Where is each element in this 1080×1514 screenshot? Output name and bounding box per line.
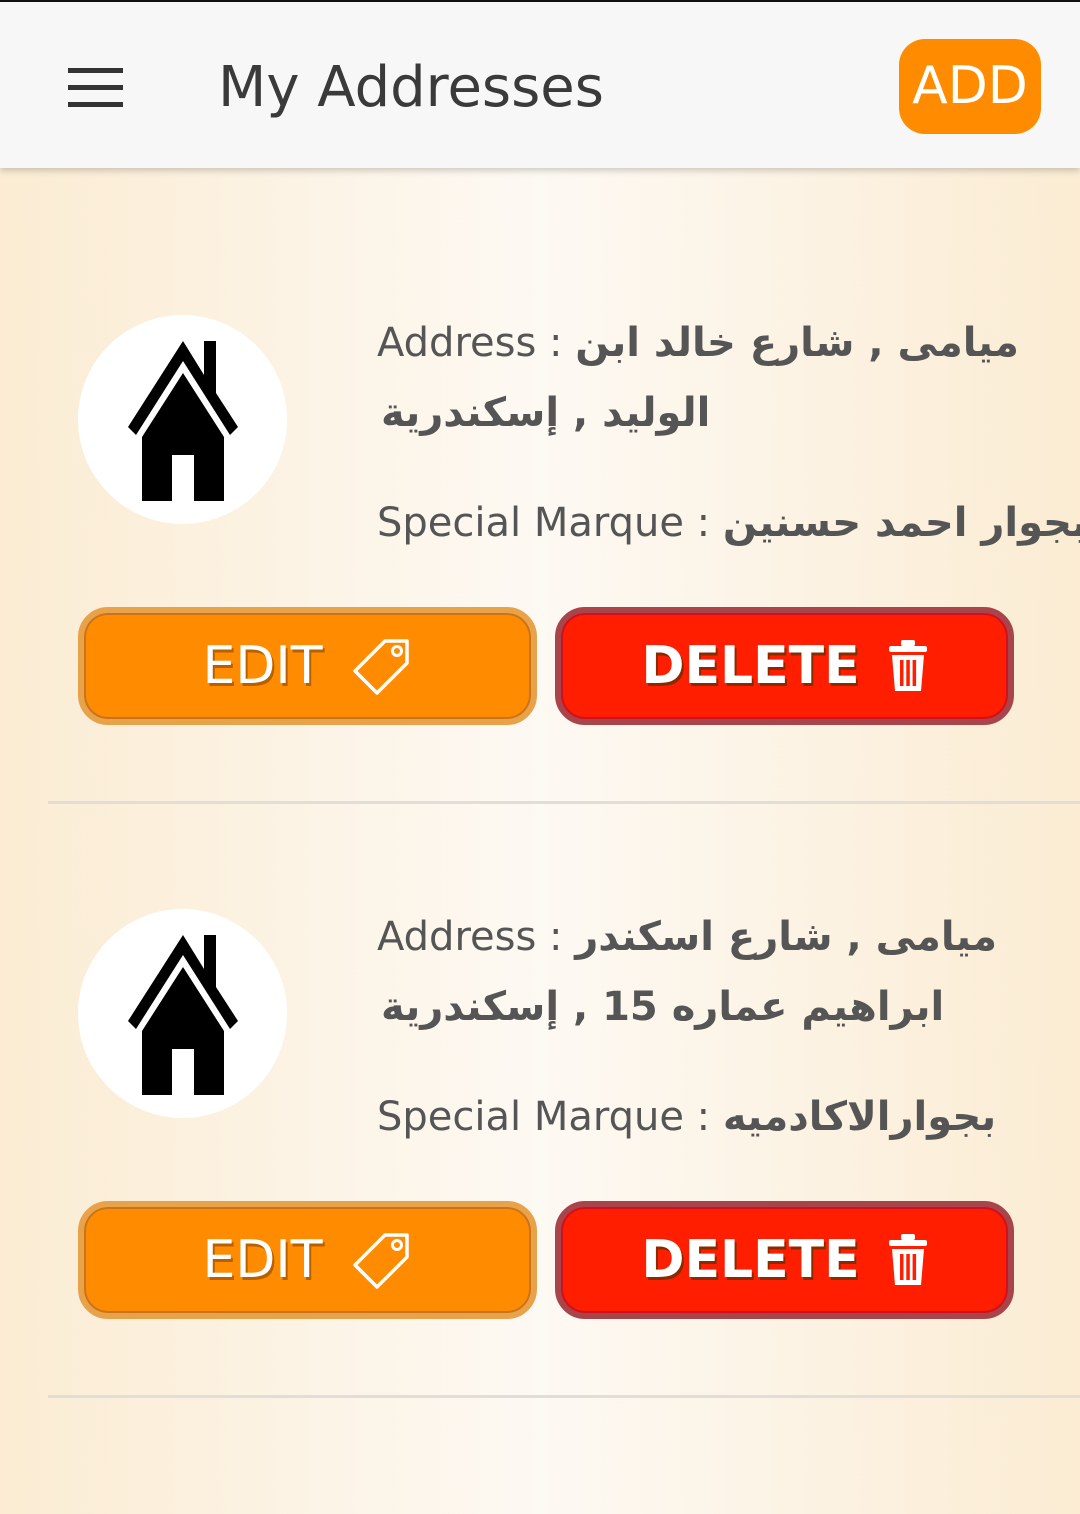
address-info: Address : ميامى , شارع اسكندر ابراهيم عم… bbox=[377, 902, 1037, 1140]
special-marque: Special Marque : بجوارالاكادميه bbox=[377, 1089, 996, 1145]
trash-icon bbox=[888, 1234, 927, 1285]
add-address-button[interactable]: ADD bbox=[899, 39, 1041, 134]
delete-button[interactable]: DELETE bbox=[555, 607, 1014, 725]
address-line-2: الوليد , إسكندرية bbox=[381, 390, 711, 436]
address-text-2: ابراهيم عماره 15 , إسكندرية bbox=[377, 972, 1037, 1042]
address-label: Address : bbox=[377, 320, 576, 366]
divider bbox=[48, 1395, 1080, 1398]
address-text: Address : ميامى , شارع اسكندر bbox=[377, 902, 1037, 972]
edit-button[interactable]: EDIT bbox=[78, 1201, 537, 1319]
tag-icon bbox=[352, 1233, 409, 1289]
address-card: Address : ميامى , شارع خالد ابن الوليد ,… bbox=[0, 170, 1080, 764]
avatar bbox=[78, 909, 287, 1118]
address-line-2: ابراهيم عماره 15 , إسكندرية bbox=[381, 984, 945, 1030]
special-marque: Special Marque : بجوار احمد حسنين bbox=[377, 495, 1080, 551]
house-icon bbox=[128, 935, 238, 1095]
delete-button[interactable]: DELETE bbox=[555, 1201, 1014, 1319]
delete-label: DELETE bbox=[641, 1230, 860, 1290]
address-card: Address : ميامى , شارع اسكندر ابراهيم عم… bbox=[0, 764, 1080, 1358]
mark-label: Special Marque : bbox=[377, 1094, 723, 1140]
edit-button[interactable]: EDIT bbox=[78, 607, 537, 725]
tag-icon bbox=[352, 639, 409, 695]
address-line-1: ميامى , شارع خالد ابن bbox=[575, 320, 1019, 366]
mark-value: بجوارالاكادميه bbox=[722, 1094, 997, 1140]
hamburger-menu-icon[interactable] bbox=[60, 60, 130, 116]
page-title: My Addresses bbox=[218, 55, 604, 120]
delete-label: DELETE bbox=[641, 636, 860, 696]
edit-label: EDIT bbox=[202, 636, 323, 696]
trash-icon bbox=[888, 640, 927, 691]
address-text-2: الوليد , إسكندرية bbox=[377, 378, 1037, 448]
address-label: Address : bbox=[377, 914, 576, 960]
mark-label: Special Marque : bbox=[377, 500, 723, 546]
edit-label: EDIT bbox=[202, 1230, 323, 1290]
address-info: Address : ميامى , شارع خالد ابن الوليد ,… bbox=[377, 308, 1080, 546]
address-line-1: ميامى , شارع اسكندر bbox=[575, 914, 997, 960]
app-bar: My Addresses ADD bbox=[0, 2, 1080, 168]
mark-value: بجوار احمد حسنين bbox=[722, 500, 1080, 546]
avatar bbox=[78, 315, 287, 524]
house-icon bbox=[128, 341, 238, 501]
address-text: Address : ميامى , شارع خالد ابن bbox=[377, 308, 1037, 378]
